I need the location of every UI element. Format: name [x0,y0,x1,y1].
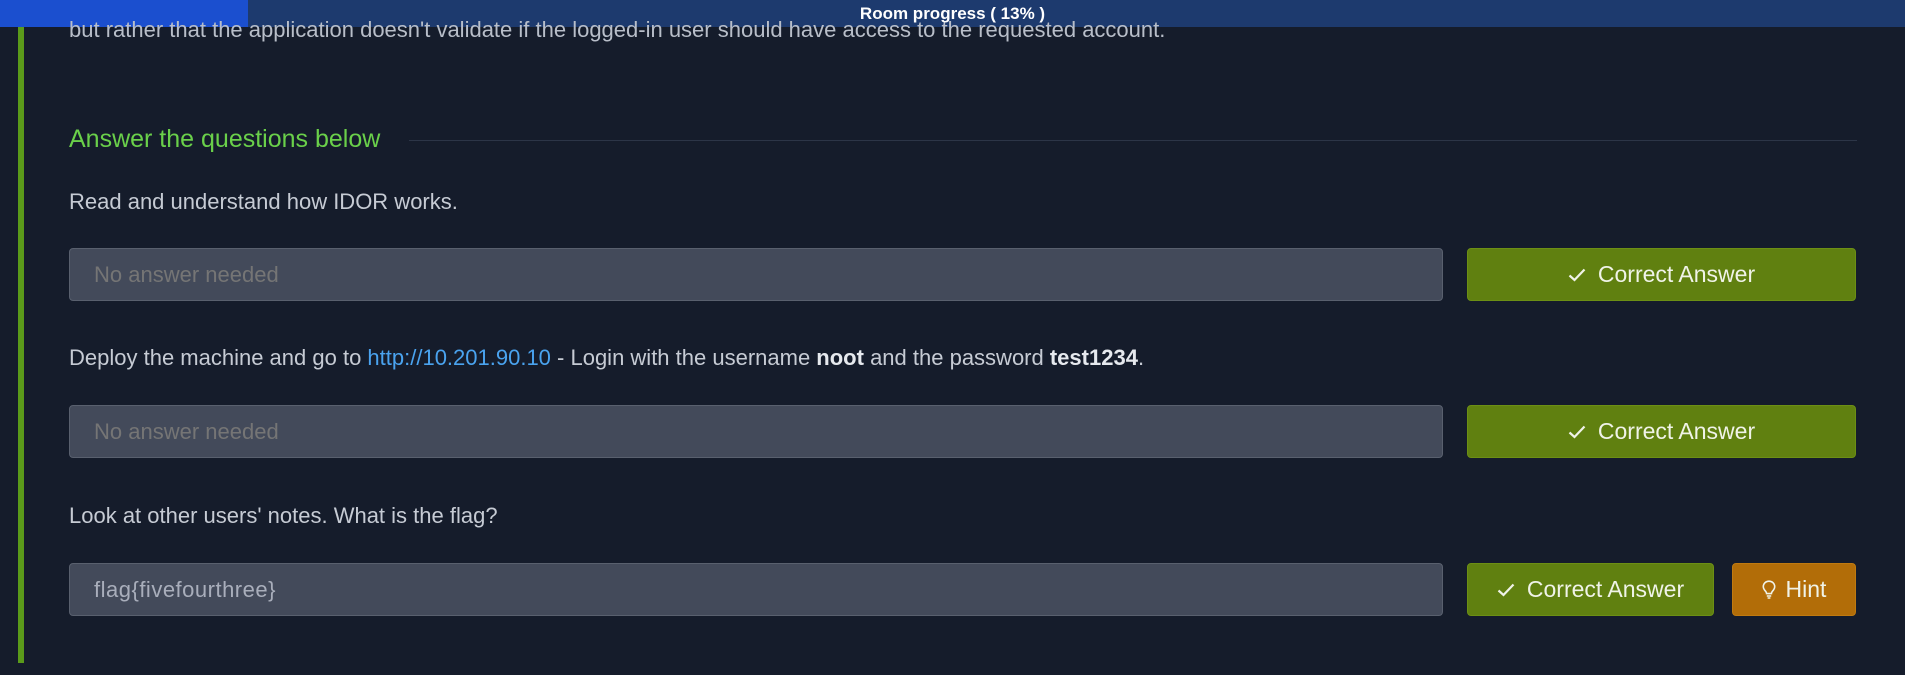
task-left-accent [18,27,24,663]
question-3-hint-label: Hint [1785,576,1827,602]
question-1-correct-answer-button[interactable]: Correct Answer [1467,248,1856,301]
question-3-text: Look at other users' notes. What is the … [69,503,498,528]
check-icon [1568,268,1586,282]
question-1-text: Read and understand how IDOR works. [69,189,458,214]
answer-section-header: Answer the questions below [69,119,1857,159]
check-icon [1568,425,1586,439]
question-1-answer-input[interactable] [69,248,1443,301]
question-2-text: Deploy the machine and go to http://10.2… [69,345,1144,371]
password-value: test1234 [1049,345,1138,370]
question-1-correct-answer-label: Correct Answer [1597,261,1756,287]
lightbulb-icon [1762,580,1776,599]
question-2-answer-input[interactable] [69,405,1443,458]
answer-section-divider [409,140,1857,141]
question-2-text-end: . [1137,345,1145,370]
answer-section-title: Answer the questions below [69,125,381,153]
question-2-correct-answer-label: Correct Answer [1597,418,1756,444]
machine-url-link[interactable]: http://10.201.90.10 [367,345,551,370]
question-3-correct-answer-label: Correct Answer [1526,576,1685,602]
question-3-hint-button[interactable]: Hint [1732,563,1856,616]
check-icon [1497,583,1515,597]
question-2-text-before: Deploy the machine and go to [69,345,368,370]
question-3-answer-input[interactable] [69,563,1443,616]
question-2-correct-answer-button[interactable]: Correct Answer [1467,405,1856,458]
question-3-correct-answer-button[interactable]: Correct Answer [1467,563,1714,616]
question-2-text-mid2: and the password [863,345,1050,370]
question-2-text-mid1: - Login with the username [550,345,817,370]
task-body-text: but rather that the application doesn't … [69,17,1166,42]
task-card: but rather that the application doesn't … [0,17,1905,663]
username-value: noot [816,345,864,370]
